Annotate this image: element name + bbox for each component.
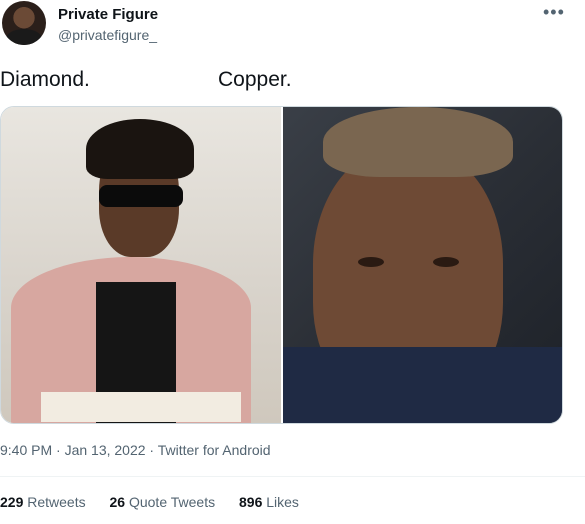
likes-stat[interactable]: 896 Likes (239, 494, 299, 510)
retweets-count: 229 (0, 494, 24, 510)
user-handle[interactable]: @privatefigure_ (58, 27, 157, 43)
avatar-shoulders (6, 29, 42, 45)
photo-right-eye-right (433, 257, 459, 267)
photo-right[interactable] (283, 107, 562, 423)
media-grid[interactable] (0, 106, 563, 424)
more-icon[interactable]: ••• (543, 2, 565, 23)
photo-right-shirt (283, 347, 562, 423)
display-name[interactable]: Private Figure (58, 6, 158, 23)
tweet-text-left: Diamond. (0, 68, 90, 91)
photo-left-hair (86, 119, 194, 179)
retweets-stat[interactable]: 229 Retweets (0, 494, 86, 510)
engagement-stats: 229 Retweets 26 Quote Tweets 896 Likes (0, 494, 319, 510)
separator (0, 476, 585, 477)
tweet-text-right: Copper. (218, 68, 292, 91)
quotes-count: 26 (109, 494, 126, 510)
quote-tweets-stat[interactable]: 26 Quote Tweets (110, 494, 216, 510)
photo-left[interactable] (1, 107, 281, 423)
photo-right-eye-left (358, 257, 384, 267)
quotes-label: Quote Tweets (128, 494, 216, 510)
photo-left-paper (41, 392, 241, 422)
likes-label: Likes (266, 494, 299, 510)
avatar[interactable] (2, 1, 46, 45)
tweet-timestamp[interactable]: 9:40 PM · Jan 13, 2022 · Twitter for And… (0, 442, 271, 458)
likes-count: 896 (239, 494, 263, 510)
retweets-label: Retweets (27, 494, 86, 510)
photo-right-hair (323, 107, 513, 177)
photo-left-sunglasses (99, 185, 183, 207)
